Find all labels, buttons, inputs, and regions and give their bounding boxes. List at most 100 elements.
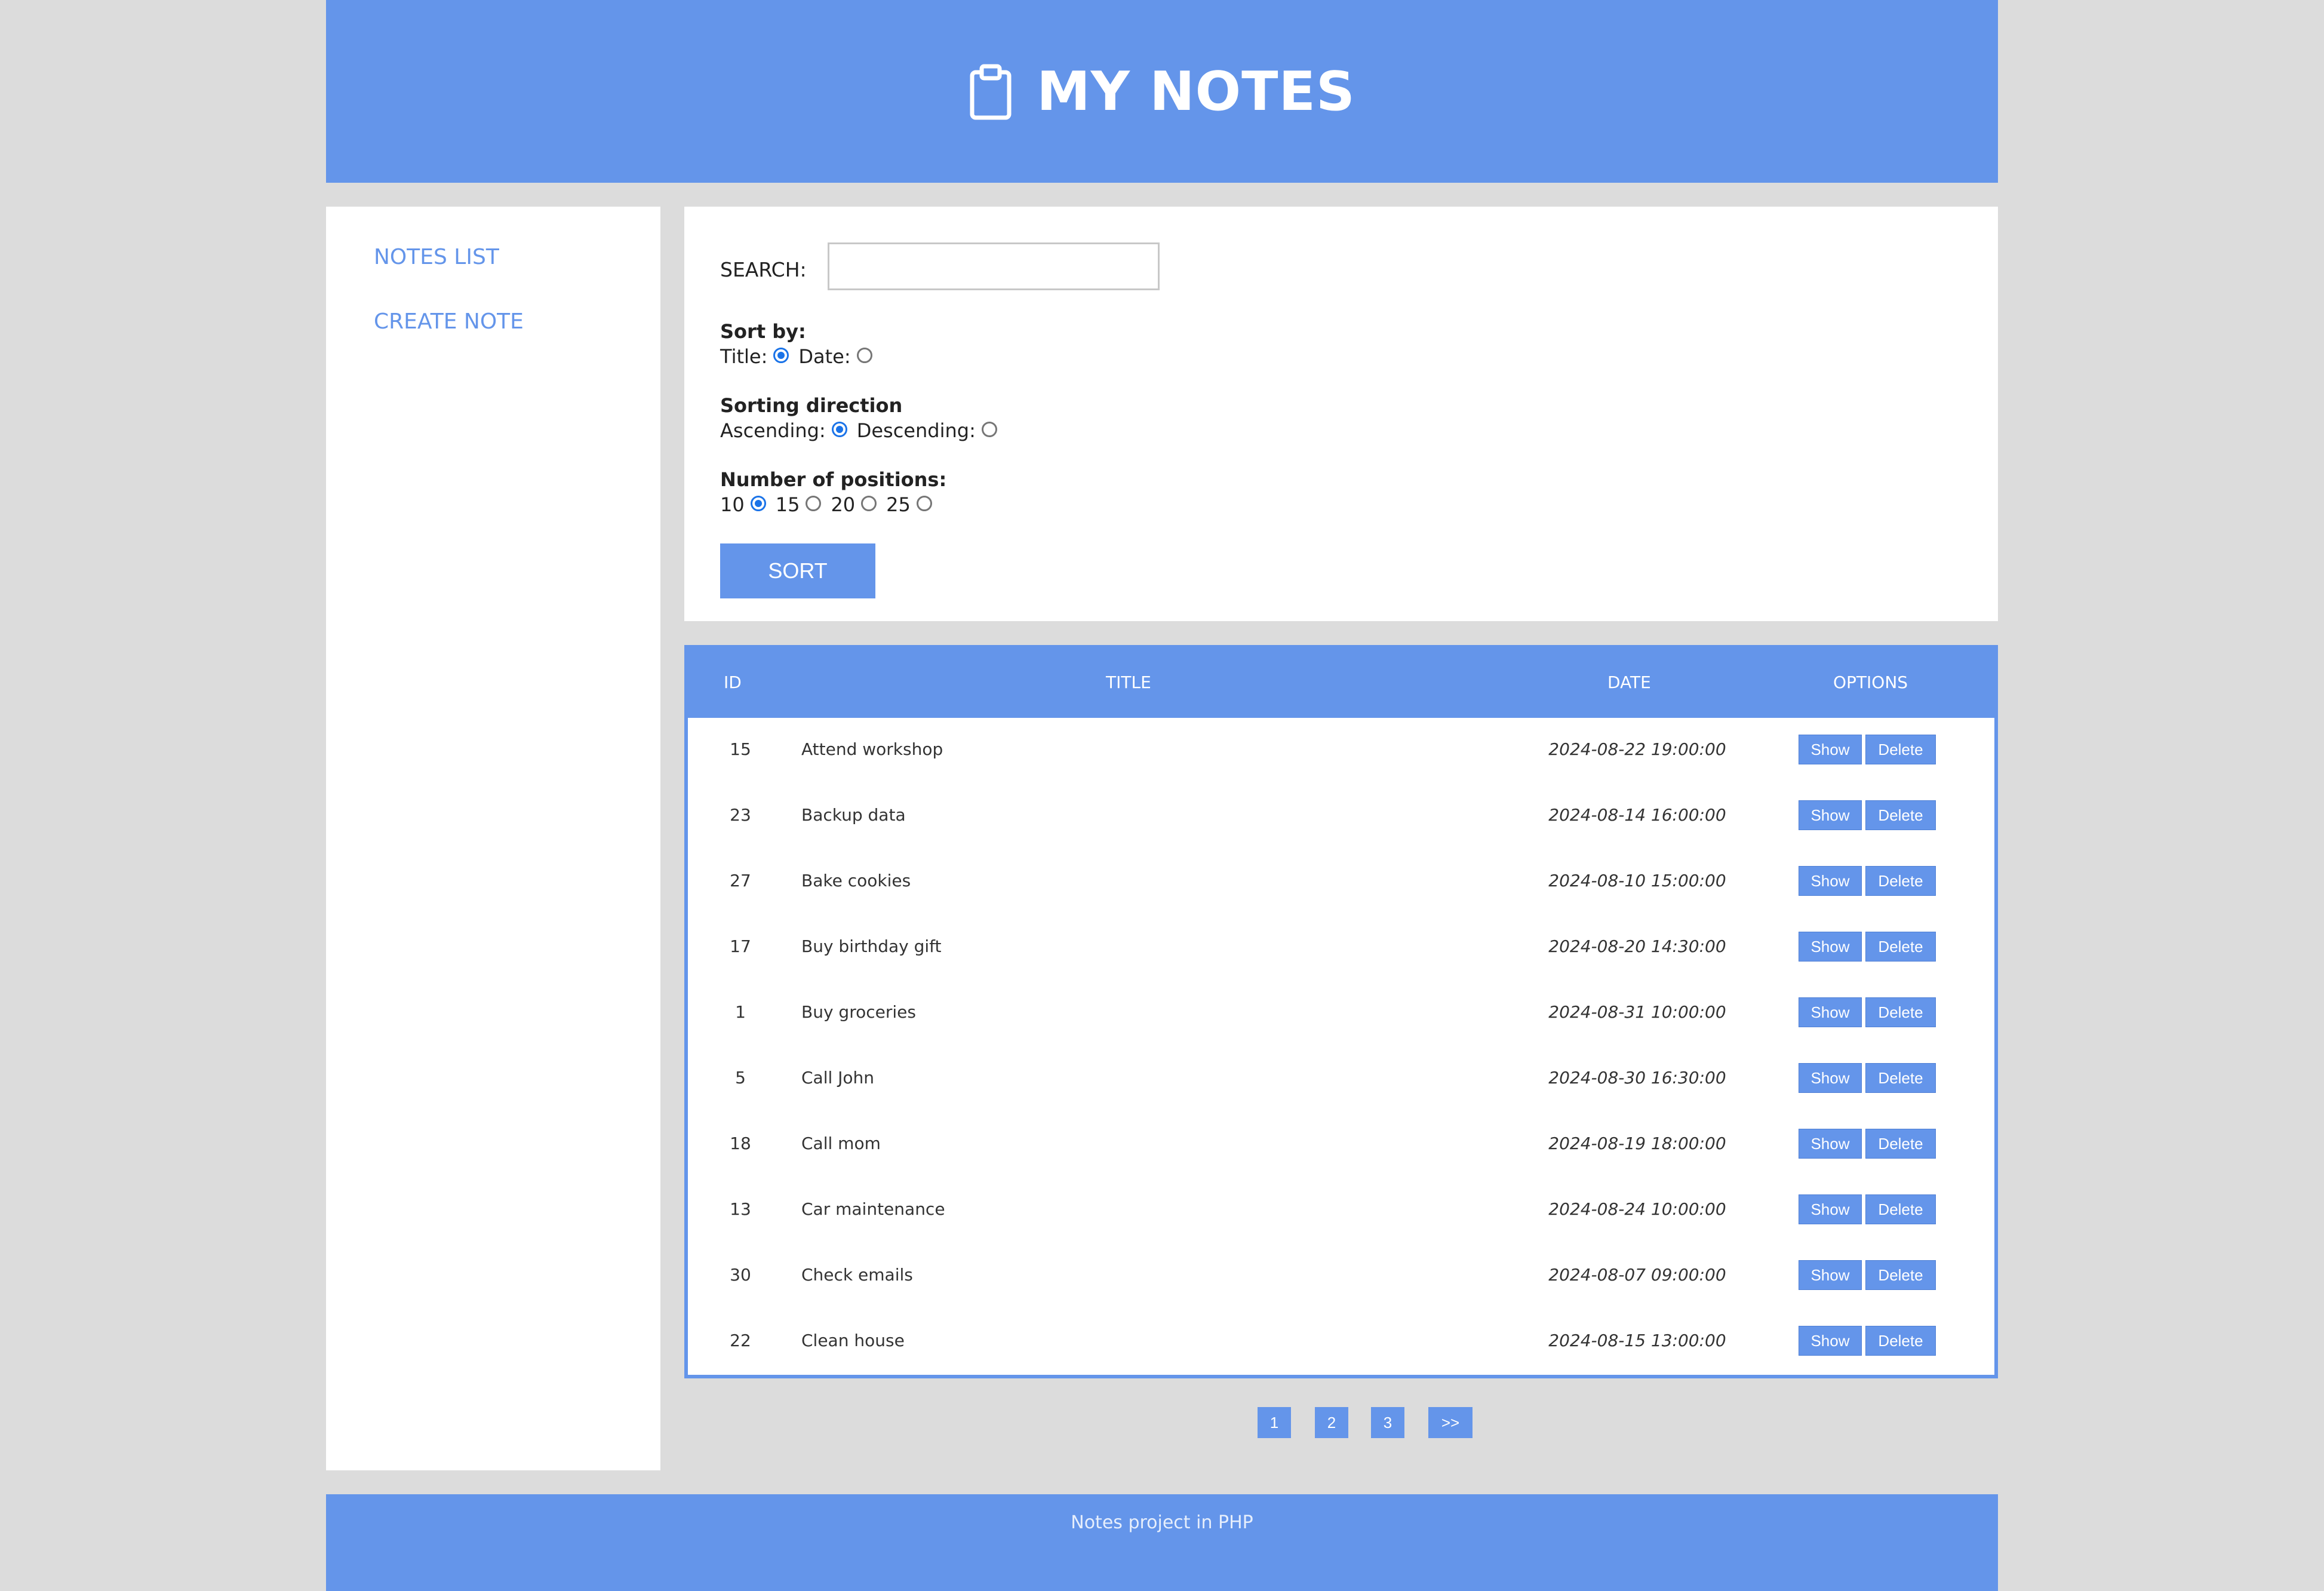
row-date: 2024-08-07 09:00:00 — [1548, 1265, 1726, 1285]
column-header-date: DATE — [1607, 672, 1651, 692]
show-button[interactable]: Show — [1799, 1063, 1862, 1093]
positions-20-radio[interactable] — [861, 496, 877, 511]
delete-button[interactable]: Delete — [1865, 1194, 1936, 1224]
positions-15-label: 15 — [775, 493, 800, 516]
sidebar-item-create-note[interactable]: CREATE NOTE — [374, 309, 524, 334]
sorting-direction-options: Ascending: Descending: — [720, 419, 1007, 442]
page-button-1[interactable]: 1 — [1258, 1407, 1291, 1438]
delete-button[interactable]: Delete — [1865, 1063, 1936, 1093]
row-id: 22 — [730, 1331, 751, 1350]
row-id: 15 — [730, 739, 751, 759]
page-title: MY NOTES — [1037, 60, 1355, 123]
table-row: 1 Buy groceries 2024-08-31 10:00:00 Show Del… — [688, 981, 1994, 1046]
row-date: 2024-08-15 13:00:00 — [1548, 1331, 1726, 1350]
sort-by-date-radio[interactable] — [856, 348, 872, 363]
row-date: 2024-08-19 18:00:00 — [1548, 1134, 1726, 1153]
column-header-title: TITLE — [1106, 672, 1151, 692]
row-date: 2024-08-31 10:00:00 — [1548, 1002, 1726, 1022]
sort-by-title: Sort by: — [720, 320, 806, 343]
row-id: 13 — [730, 1199, 751, 1219]
delete-button[interactable]: Delete — [1865, 997, 1936, 1027]
sort-by-options: Title: Date: — [720, 345, 882, 368]
show-button[interactable]: Show — [1799, 735, 1862, 764]
table-row: 17 Buy birthday gift 2024-08-20 14:30:00 Sh… — [688, 915, 1994, 981]
search-input[interactable] — [828, 242, 1160, 290]
row-id: 17 — [730, 936, 751, 956]
row-title: Call mom — [801, 1134, 881, 1153]
descending-label: Descending: — [856, 419, 976, 442]
delete-button[interactable]: Delete — [1865, 1129, 1936, 1159]
table-row: 18 Call mom 2024-08-19 18:00:00 Show Delete — [688, 1112, 1994, 1178]
positions-10-label: 10 — [720, 493, 745, 516]
row-date: 2024-08-14 16:00:00 — [1548, 805, 1726, 825]
row-title: Check emails — [801, 1265, 913, 1285]
sort-button[interactable]: SORT — [720, 543, 875, 598]
positions-20-label: 20 — [831, 493, 856, 516]
search-label: SEARCH: — [720, 258, 807, 281]
descending-radio[interactable] — [981, 422, 997, 437]
delete-button[interactable]: Delete — [1865, 800, 1936, 830]
row-title: Attend workshop — [801, 739, 943, 759]
page-button-3[interactable]: 3 — [1371, 1407, 1404, 1438]
table-row: 23 Backup data 2024-08-14 16:00:00 Show Dele… — [688, 784, 1994, 849]
sidebar: NOTES LIST CREATE NOTE — [326, 207, 660, 1470]
positions-options: 10 15 20 25 — [720, 493, 942, 516]
positions-25-label: 25 — [886, 493, 911, 516]
column-header-options: OPTIONS — [1833, 672, 1908, 692]
row-id: 23 — [730, 805, 751, 825]
row-date: 2024-08-22 19:00:00 — [1548, 739, 1726, 759]
row-title: Backup data — [801, 805, 906, 825]
show-button[interactable]: Show — [1799, 1129, 1862, 1159]
sort-by-date-label: Date: — [798, 345, 851, 368]
page-button-2[interactable]: 2 — [1315, 1407, 1348, 1438]
sort-by-title-radio[interactable] — [773, 348, 789, 363]
show-button[interactable]: Show — [1799, 866, 1862, 896]
row-id: 18 — [730, 1134, 751, 1153]
ascending-radio[interactable] — [831, 422, 847, 437]
clipboard-icon — [969, 63, 1013, 120]
row-title: Buy birthday gift — [801, 936, 942, 956]
table-row: 22 Clean house 2024-08-15 13:00:00 Show Dele… — [688, 1309, 1994, 1375]
delete-button[interactable]: Delete — [1865, 1260, 1936, 1290]
show-button[interactable]: Show — [1799, 800, 1862, 830]
positions-25-radio[interactable] — [916, 496, 932, 511]
row-title: Buy groceries — [801, 1002, 916, 1022]
table-row: 15 Attend workshop 2024-08-22 19:00:00 Show… — [688, 718, 1994, 784]
table-row: 5 Call John 2024-08-30 16:30:00 Show Delete — [688, 1046, 1994, 1112]
positions-15-radio[interactable] — [806, 496, 822, 511]
table-header: ID TITLE DATE OPTIONS — [688, 649, 1994, 718]
show-button[interactable]: Show — [1799, 932, 1862, 962]
row-date: 2024-08-20 14:30:00 — [1548, 936, 1726, 956]
show-button[interactable]: Show — [1799, 1260, 1862, 1290]
table-row: 13 Car maintenance 2024-08-24 10:00:00 Show… — [688, 1178, 1994, 1243]
filter-panel: SEARCH: Sort by: Title: Date: Sorting di… — [684, 207, 1998, 621]
table-row: 27 Bake cookies 2024-08-10 15:00:00 Show Del… — [688, 849, 1994, 915]
footer-text: Notes project in PHP — [1071, 1512, 1253, 1533]
page: MY NOTES NOTES LIST CREATE NOTE SEARCH: … — [326, 0, 1998, 1591]
sort-by-title-label: Title: — [720, 345, 768, 368]
delete-button[interactable]: Delete — [1865, 866, 1936, 896]
show-button[interactable]: Show — [1799, 1326, 1862, 1356]
next-page-button[interactable]: >> — [1428, 1407, 1473, 1438]
show-button[interactable]: Show — [1799, 997, 1862, 1027]
header: MY NOTES — [326, 0, 1998, 183]
ascending-label: Ascending: — [720, 419, 826, 442]
positions-title: Number of positions: — [720, 468, 947, 491]
row-id: 27 — [730, 871, 751, 890]
row-title: Clean house — [801, 1331, 905, 1350]
footer: Notes project in PHP — [326, 1494, 1998, 1591]
row-date: 2024-08-30 16:30:00 — [1548, 1068, 1726, 1088]
positions-10-radio[interactable] — [750, 496, 766, 511]
delete-button[interactable]: Delete — [1865, 932, 1936, 962]
column-header-id: ID — [724, 672, 742, 692]
delete-button[interactable]: Delete — [1865, 735, 1936, 764]
row-title: Call John — [801, 1068, 875, 1088]
delete-button[interactable]: Delete — [1865, 1326, 1936, 1356]
sidebar-item-notes-list[interactable]: NOTES LIST — [374, 245, 499, 269]
row-id: 30 — [730, 1265, 751, 1285]
show-button[interactable]: Show — [1799, 1194, 1862, 1224]
row-title: Car maintenance — [801, 1199, 945, 1219]
row-id: 5 — [735, 1068, 746, 1088]
row-title: Bake cookies — [801, 871, 911, 890]
notes-table: ID TITLE DATE OPTIONS 15 Attend workshop 2… — [684, 645, 1998, 1378]
